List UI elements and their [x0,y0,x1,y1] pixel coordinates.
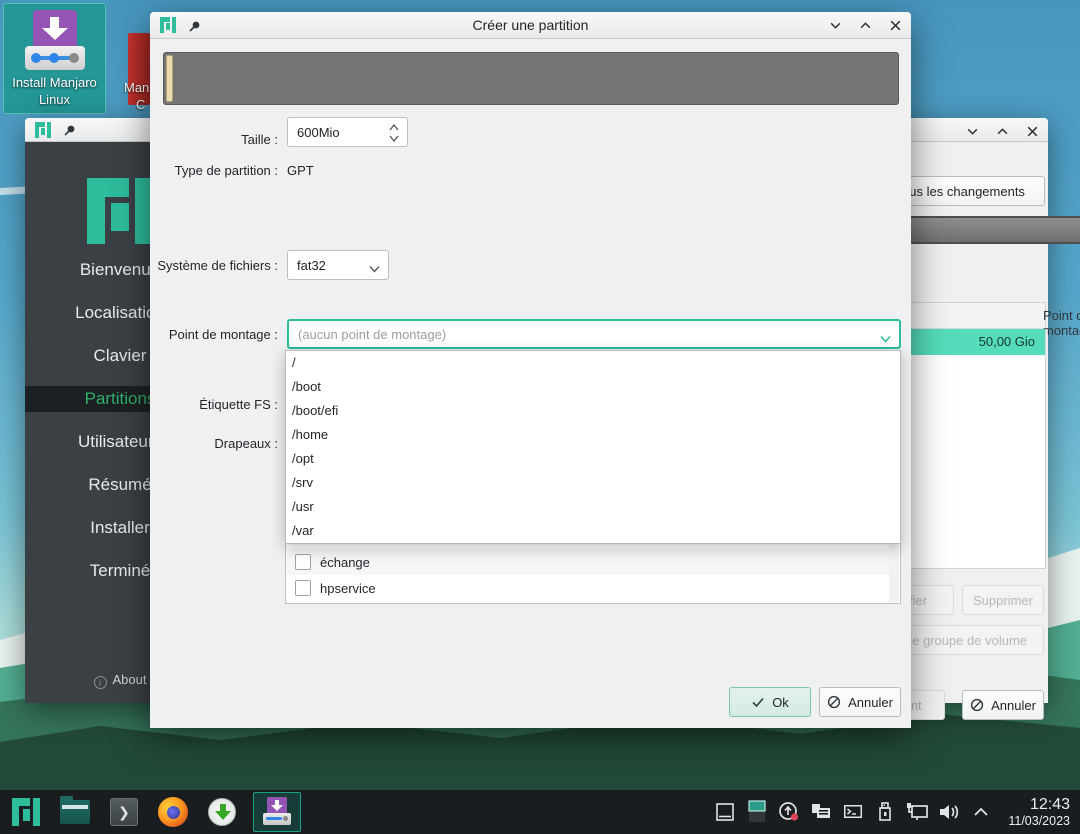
konsole-tray-icon[interactable] [840,797,866,827]
size-value: 600Mio [297,125,340,140]
new-partition-segment [166,55,173,102]
download-icon [208,798,236,826]
network-icon[interactable] [904,797,930,827]
mount-option[interactable]: / [286,351,900,375]
chevron-down-icon [880,335,891,343]
mount-option[interactable]: /srv [286,471,900,495]
pin-icon[interactable] [61,122,77,138]
mount-point-placeholder: (aucun point de montage) [298,327,447,342]
taskbar-active-installer[interactable] [253,792,301,832]
app-menu-button[interactable] [8,794,44,830]
system-tray: 12:43 11/03/2023 [712,796,1080,829]
maximize-button[interactable] [994,124,1010,140]
dialog-titlebar[interactable]: Créer une partition [150,12,911,39]
desktop-icon-install-manjaro[interactable]: Install Manjaro Linux [3,3,106,114]
desktop-icon-label: Man [124,80,150,95]
size-spinbox[interactable]: 600Mio [287,117,408,147]
close-button[interactable] [887,18,903,34]
mount-option[interactable]: /usr [286,495,900,519]
ok-button[interactable]: Ok [729,687,811,717]
terminal-icon: ❯ [110,798,138,826]
partition-type-value: GPT [287,163,314,178]
folder-icon [60,796,90,824]
chevron-down-icon [369,266,380,273]
cancel-button-main[interactable]: Annuler [962,690,1044,720]
desktop-icon-label: C [136,97,146,112]
clock-time: 12:43 [1029,795,1070,813]
checkbox[interactable] [295,554,311,570]
clock-date: 11/03/2023 [1008,814,1070,828]
manjaro-menu-icon [12,798,40,826]
delete-button[interactable]: Supprimer [962,585,1044,615]
cancel-icon [827,695,841,709]
close-button[interactable] [1024,124,1040,140]
cancel-icon [970,698,984,712]
maximize-button[interactable] [857,18,873,34]
cancel-button[interactable]: Annuler [819,687,901,717]
manjaro-window-icon [35,122,51,138]
check-icon [752,697,764,708]
spinner-arrows-icon[interactable] [387,121,401,145]
minimize-button[interactable] [827,18,843,34]
partition-preview-bar[interactable] [163,52,899,105]
flag-row-échange[interactable]: échange [287,549,889,575]
desktop-icon-label: Linux [38,92,71,107]
mount-point-dropdown: //boot/boot/efi/home/opt/srv/usr/var [285,350,901,544]
desktop-icon-label: Install Manjaro [12,75,97,90]
terminal-button[interactable]: ❯ [106,794,142,830]
partition-type-label: Type de partition : [174,163,278,178]
file-manager-button[interactable] [57,794,93,830]
flag-row-hpservice[interactable]: hpservice [287,575,889,601]
filesystem-label: Système de fichiers : [157,258,278,273]
partition-size-cell: 50,00 Gio [978,334,1035,349]
filesystem-combobox[interactable]: fat32 [287,250,389,280]
mount-option[interactable]: /boot [286,375,900,399]
mount-point-combobox[interactable]: (aucun point de montage) [287,319,901,349]
manjaro-logo [87,178,153,244]
mount-option[interactable]: /boot/efi [286,399,900,423]
volume-icon[interactable] [936,797,962,827]
dialog-title: Créer une partition [472,17,589,33]
mount-option[interactable]: /var [286,519,900,543]
minimize-button[interactable] [964,124,980,140]
usb-device-icon[interactable] [872,797,898,827]
size-label: Taille : [241,132,278,147]
filesystem-value: fat32 [297,258,326,273]
create-partition-dialog: Créer une partition Taille : 600Mio Type… [150,12,911,728]
flags-label: Drapeaux : [214,436,278,451]
installer-icon [23,10,87,72]
info-icon: i [93,676,107,689]
show-desktop-icon[interactable] [712,797,738,827]
tray-expander-icon[interactable] [968,797,994,827]
clock-widget[interactable]: 12:43 11/03/2023 [1008,796,1070,829]
package-manager-button[interactable] [204,794,240,830]
installer-icon [262,797,292,827]
firefox-icon [158,797,188,827]
mount-option[interactable]: /opt [286,447,900,471]
updates-icon[interactable] [776,797,802,827]
checkbox[interactable] [295,580,311,596]
taskbar: ❯ 12:43 11/03/2023 [0,790,1080,834]
mount-point-label: Point de montage : [168,327,278,342]
fs-label-label: Étiquette FS : [199,397,278,412]
virtual-desktop-pager-icon[interactable] [744,797,770,827]
firefox-button[interactable] [155,794,191,830]
mount-option[interactable]: /home [286,423,900,447]
flag-label: hpservice [320,580,376,596]
clipboard-icon[interactable] [808,797,834,827]
column-header-mount: Point de montage [1043,308,1080,338]
flag-label: échange [320,554,370,570]
